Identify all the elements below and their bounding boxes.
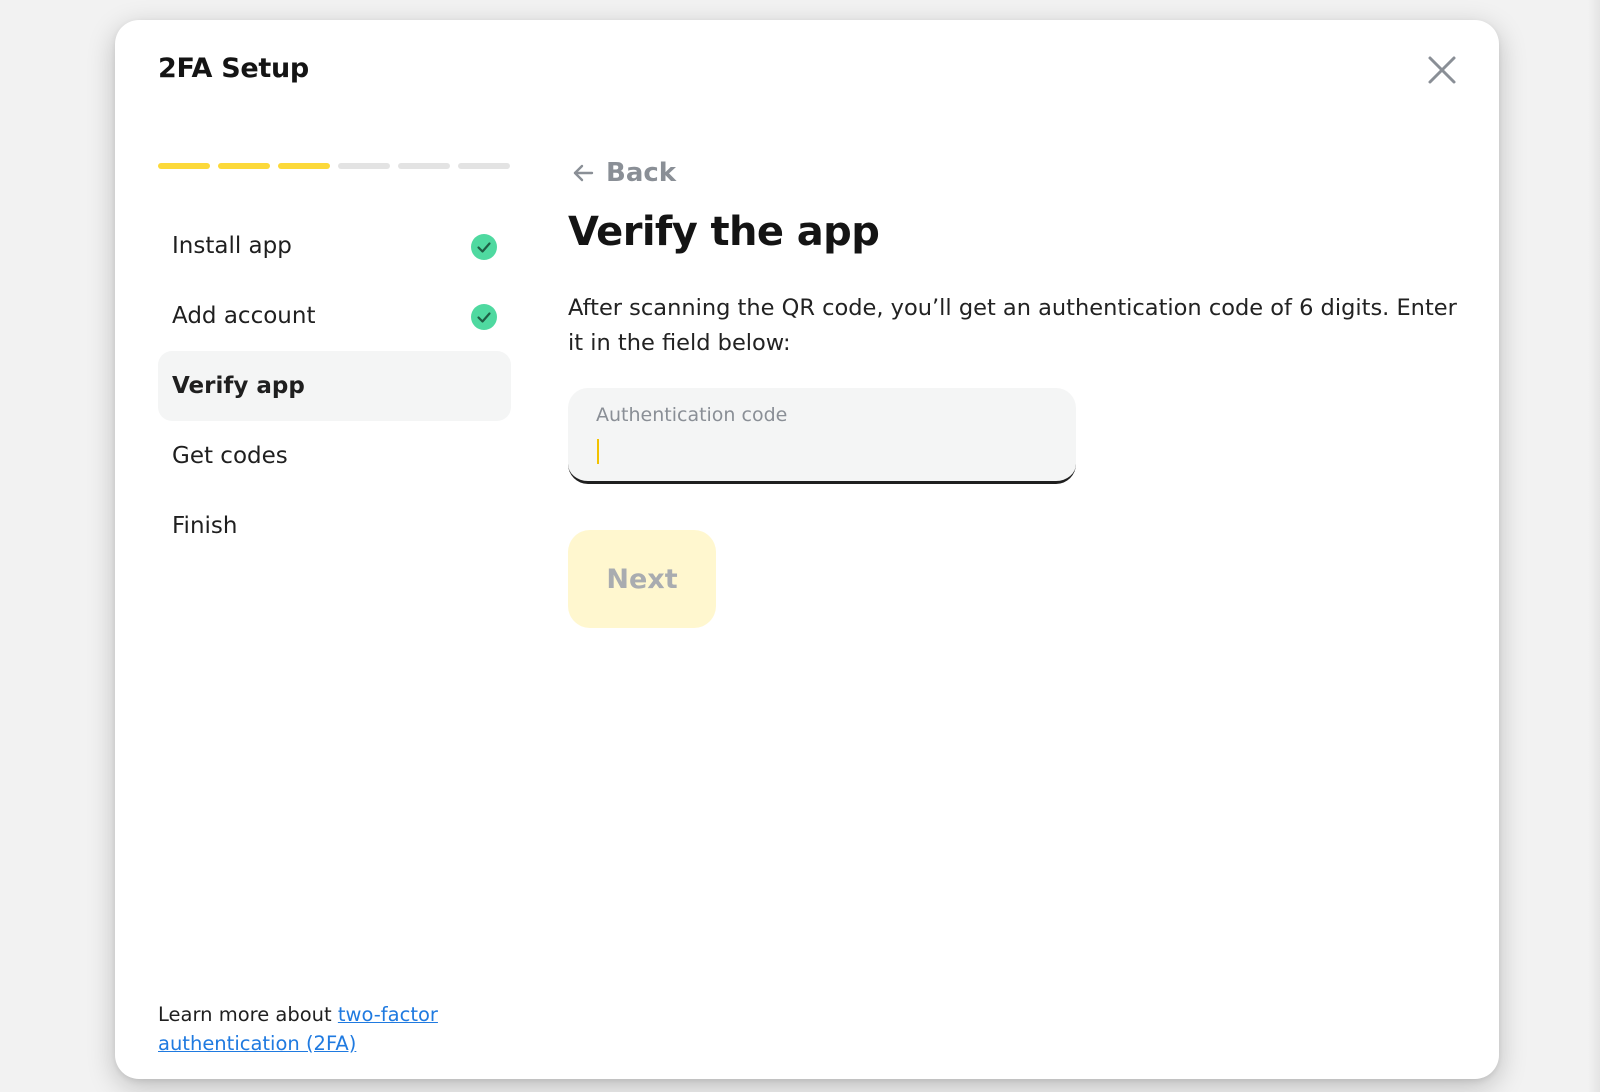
progress-segment — [218, 163, 270, 169]
close-button[interactable] — [1420, 48, 1464, 92]
authentication-code-input[interactable] — [596, 436, 1046, 466]
next-button[interactable]: Next — [568, 530, 716, 628]
progress-segment — [398, 163, 450, 169]
progress-segment — [458, 163, 510, 169]
progress-segment — [338, 163, 390, 169]
background-panel-edge — [1588, 0, 1600, 1092]
close-icon — [1428, 56, 1456, 84]
step-list: Install app Add account Verify app Get code… — [158, 211, 511, 561]
authentication-code-label: Authentication code — [596, 404, 788, 426]
arrow-left-icon — [573, 164, 594, 182]
progress-segment — [278, 163, 330, 169]
step-label: Install app — [172, 233, 292, 259]
step-label: Get codes — [172, 443, 288, 469]
check-circle-icon — [471, 304, 497, 330]
learn-more-text: Learn more about two-factor authenticati… — [158, 1000, 478, 1058]
step-item-finish[interactable]: Finish — [158, 491, 511, 561]
dialog-title: 2FA Setup — [158, 53, 309, 84]
authentication-code-field[interactable]: Authentication code — [568, 388, 1076, 484]
step-label: Finish — [172, 513, 238, 539]
back-button[interactable]: Back — [570, 153, 676, 193]
progress-segment — [158, 163, 210, 169]
step-item-get-codes[interactable]: Get codes — [158, 421, 511, 491]
text-cursor — [597, 439, 599, 464]
step-label: Add account — [172, 303, 316, 329]
step-label: Verify app — [172, 373, 305, 399]
two-factor-setup-dialog: 2FA Setup Install app Add account Verify a… — [115, 20, 1499, 1079]
check-circle-icon — [471, 234, 497, 260]
step-progress-bar — [158, 163, 510, 169]
learn-more-prefix: Learn more about — [158, 1003, 338, 1026]
step-item-install-app[interactable]: Install app — [158, 211, 511, 281]
step-item-add-account[interactable]: Add account — [158, 281, 511, 351]
back-label: Back — [606, 158, 677, 188]
instructions-text: After scanning the QR code, you’ll get a… — [568, 295, 1457, 356]
step-item-verify-app[interactable]: Verify app — [158, 351, 511, 421]
page-title: Verify the app — [568, 209, 880, 255]
